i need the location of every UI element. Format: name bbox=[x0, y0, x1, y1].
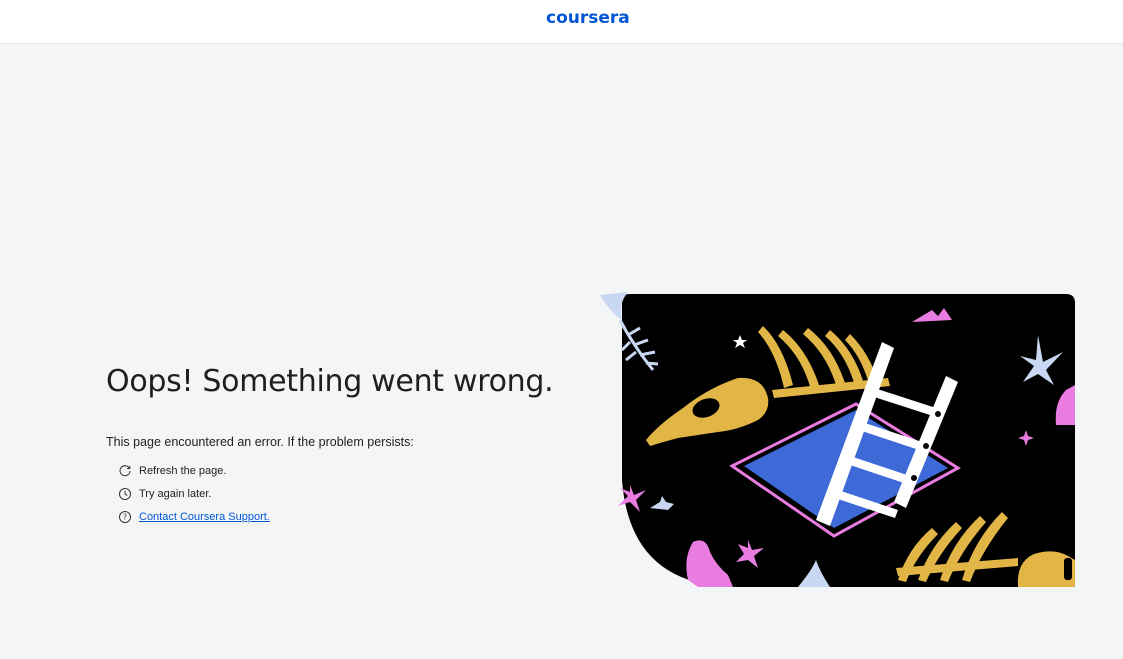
error-title: Oops! Something went wrong. bbox=[106, 364, 554, 399]
error-description: This page encountered an error. If the p… bbox=[106, 435, 414, 449]
help-circle-icon: ? bbox=[118, 510, 132, 524]
suggestion-list: Refresh the page. Try again later. ? Con… bbox=[118, 459, 576, 528]
error-illustration bbox=[600, 292, 1075, 587]
suggestion-refresh: Refresh the page. bbox=[118, 459, 576, 482]
suggestion-refresh-text: Refresh the page. bbox=[139, 464, 227, 477]
top-header: coursera bbox=[0, 0, 1123, 44]
contact-support-link[interactable]: Contact Coursera Support. bbox=[139, 511, 270, 523]
suggestion-try-later: Try again later. bbox=[118, 482, 576, 505]
clock-icon bbox=[118, 487, 132, 501]
suggestion-try-later-text: Try again later. bbox=[139, 487, 212, 500]
refresh-icon bbox=[118, 464, 132, 478]
coursera-logo[interactable]: coursera bbox=[546, 8, 630, 28]
suggestion-contact: ? Contact Coursera Support. bbox=[118, 505, 576, 528]
svg-text:?: ? bbox=[123, 512, 127, 521]
error-content: Oops! Something went wrong. This page en… bbox=[106, 362, 576, 528]
